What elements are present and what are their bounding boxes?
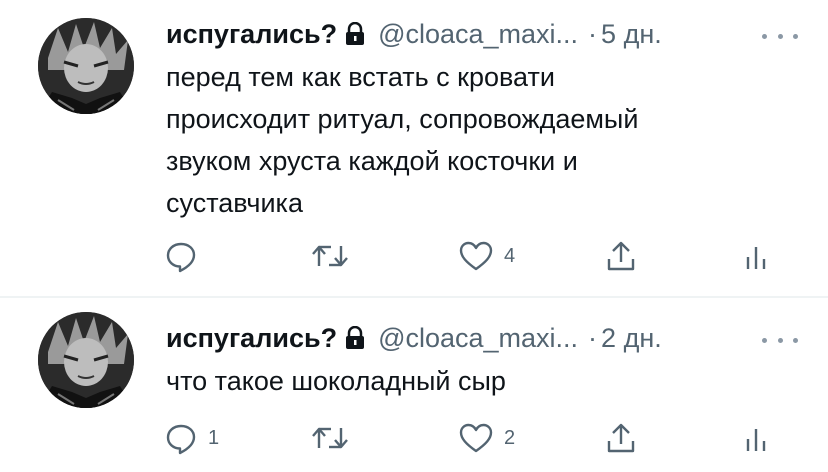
like-count: 2	[504, 426, 516, 449]
tweet-actions: 4	[0, 236, 828, 276]
tweet-actions: 1 2	[0, 418, 828, 458]
heart-icon	[458, 421, 494, 455]
retweet-button[interactable]	[310, 418, 360, 458]
share-button[interactable]	[604, 418, 638, 458]
author-handle[interactable]: @cloaca_maxi...	[378, 19, 578, 50]
tweet-time[interactable]: 5 дн.	[601, 19, 662, 50]
like-button[interactable]: 2	[458, 418, 515, 458]
author-name[interactable]: испугались?	[166, 19, 337, 50]
tweet-time[interactable]: 2 дн.	[601, 323, 662, 354]
author-name[interactable]: испугались?	[166, 323, 337, 354]
avatar[interactable]	[38, 18, 134, 114]
tweet-text: перед тем как встать с кровати происходи…	[166, 62, 639, 218]
retweet-button[interactable]	[310, 236, 360, 276]
share-icon	[604, 239, 638, 273]
tweet-header: испугались? @cloaca_maxi... · 2 дн.	[166, 320, 662, 356]
reply-button[interactable]: 1	[164, 418, 219, 458]
tweet-header: испугались? @cloaca_maxi... · 5 дн.	[166, 16, 662, 52]
reply-icon	[164, 421, 198, 455]
stats-button[interactable]	[742, 418, 770, 458]
more-icon[interactable]	[762, 330, 798, 350]
stats-icon	[742, 239, 770, 273]
avatar[interactable]	[38, 312, 134, 408]
tweet-text: что такое шоколадный сыр	[166, 366, 506, 396]
stats-button[interactable]	[742, 236, 770, 276]
retweet-icon	[310, 239, 350, 273]
reply-icon	[164, 239, 198, 273]
like-button[interactable]: 4	[458, 236, 515, 276]
like-count: 4	[504, 244, 516, 267]
tweet[interactable]: испугались? @cloaca_maxi... · 5 дн. пере…	[0, 0, 828, 296]
heart-icon	[458, 239, 494, 273]
reply-count: 1	[208, 426, 220, 449]
more-icon[interactable]	[762, 26, 798, 46]
lock-icon	[344, 325, 370, 351]
author-handle[interactable]: @cloaca_maxi...	[378, 323, 578, 354]
share-icon	[604, 421, 638, 455]
reply-button[interactable]	[164, 236, 208, 276]
separator: ·	[588, 322, 598, 353]
lock-icon	[344, 21, 370, 47]
retweet-icon	[310, 421, 350, 455]
tweet[interactable]: испугались? @cloaca_maxi... · 2 дн. что …	[0, 298, 828, 472]
stats-icon	[742, 421, 770, 455]
share-button[interactable]	[604, 236, 638, 276]
separator: ·	[588, 18, 598, 49]
